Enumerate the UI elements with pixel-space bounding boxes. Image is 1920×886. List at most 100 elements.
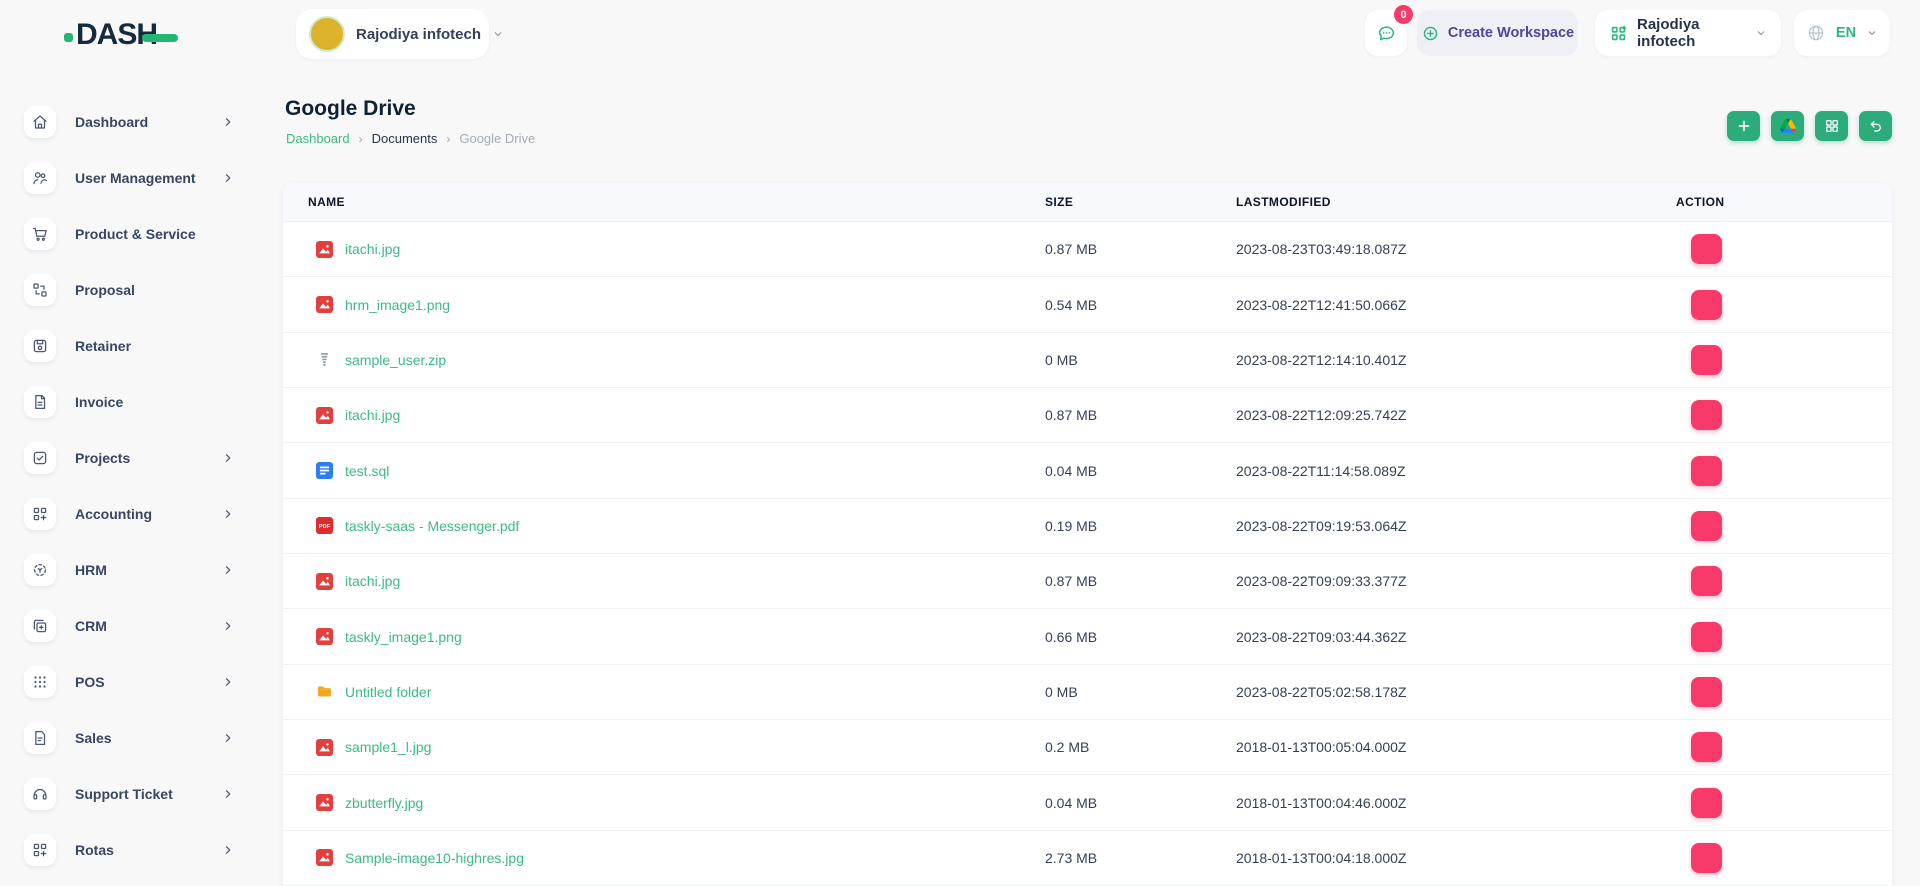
table-row: sample_user.zip 0 MB 2023-08-22T12:14:10… bbox=[283, 333, 1892, 389]
add-file-button[interactable] bbox=[1727, 111, 1760, 141]
sidebar-item-user-management[interactable]: User Management bbox=[0, 150, 260, 206]
sidebar-item-sales[interactable]: Sales bbox=[0, 710, 260, 766]
delete-button[interactable] bbox=[1691, 621, 1722, 652]
breadcrumb-separator: › bbox=[446, 131, 451, 146]
language-code: EN bbox=[1835, 25, 1857, 41]
breadcrumb-item-documents[interactable]: Documents bbox=[372, 131, 438, 146]
grid-view-button[interactable] bbox=[1815, 111, 1848, 141]
file-name-link[interactable]: sample_user.zip bbox=[345, 352, 446, 368]
sidebar-item-invoice[interactable]: Invoice bbox=[0, 374, 260, 430]
sidebar-item-projects[interactable]: Projects bbox=[0, 430, 260, 486]
chevron-right-icon bbox=[222, 564, 234, 576]
app-logo[interactable]: DASH bbox=[64, 18, 179, 52]
delete-button[interactable] bbox=[1691, 455, 1722, 486]
chevron-right-icon bbox=[222, 116, 234, 128]
file-name-link[interactable]: Sample-image10-highres.jpg bbox=[345, 850, 524, 866]
file-name-link[interactable]: itachi.jpg bbox=[345, 407, 400, 423]
company-name: Rajodiya infotech bbox=[1637, 16, 1700, 50]
file-name-link[interactable]: itachi.jpg bbox=[345, 573, 400, 589]
plus-icon bbox=[1736, 118, 1752, 134]
sidebar-item-crm[interactable]: CRM bbox=[0, 598, 260, 654]
column-header-size[interactable]: SIZE bbox=[1045, 195, 1236, 209]
sidebar-item-rotas[interactable]: Rotas bbox=[0, 822, 260, 878]
pdf-file-icon: PDF bbox=[316, 517, 333, 535]
chevron-down-icon bbox=[492, 28, 504, 40]
file-name-link[interactable]: zbutterfly.jpg bbox=[345, 795, 423, 811]
sidebar-item-pos[interactable]: POS bbox=[0, 654, 260, 710]
table-row: zbutterfly.jpg 0.04 MB 2018-01-13T00:04:… bbox=[283, 775, 1892, 831]
file-size: 0.04 MB bbox=[1045, 794, 1098, 811]
file-name-link[interactable]: taskly-saas - Messenger.pdf bbox=[345, 518, 519, 534]
delete-button[interactable] bbox=[1691, 787, 1722, 818]
delete-button[interactable] bbox=[1691, 842, 1722, 873]
image-file-icon bbox=[316, 738, 333, 756]
workspace-name: Rajodiya infotech bbox=[356, 25, 482, 43]
column-header-action: ACTION bbox=[1676, 195, 1725, 209]
folder-icon bbox=[316, 683, 333, 700]
sidebar-item-dashboard[interactable]: Dashboard bbox=[0, 94, 260, 150]
workspace-switcher[interactable]: Rajodiya infotech bbox=[296, 9, 502, 59]
delete-button[interactable] bbox=[1691, 289, 1722, 320]
file-last-modified: 2018-01-13T00:04:18.000Z bbox=[1236, 849, 1407, 866]
sidebar-item-hrm[interactable]: HRM bbox=[0, 542, 260, 598]
sidebar-item-label: CRM bbox=[75, 618, 107, 634]
column-header-lastmodified[interactable]: LASTMODIFIED bbox=[1236, 195, 1676, 209]
chevron-right-icon bbox=[222, 788, 234, 800]
page-title: Google Drive bbox=[285, 97, 416, 120]
file-size: 2.73 MB bbox=[1045, 849, 1098, 866]
sidebar-item-label: Projects bbox=[75, 450, 131, 466]
delete-button[interactable] bbox=[1691, 566, 1722, 597]
files-table: NAME SIZE LASTMODIFIED ACTION itachi.jpg… bbox=[283, 183, 1892, 886]
delete-button[interactable] bbox=[1691, 234, 1722, 265]
table-row: itachi.jpg 0.87 MB 2023-08-22T12:09:25.7… bbox=[283, 388, 1892, 444]
invoice-icon bbox=[24, 386, 56, 418]
sidebar-item-support-ticket[interactable]: Support Ticket bbox=[0, 766, 260, 822]
chevron-right-icon bbox=[222, 844, 234, 856]
google-drive-button[interactable] bbox=[1771, 111, 1804, 141]
file-name-link[interactable]: Untitled folder bbox=[345, 684, 431, 700]
breadcrumb-separator: › bbox=[358, 131, 363, 146]
check-square-icon bbox=[24, 442, 56, 474]
grid-plus-icon bbox=[24, 834, 56, 866]
sidebar-item-proposal[interactable]: Proposal bbox=[0, 262, 260, 318]
file-name-link[interactable]: taskly_image1.png bbox=[345, 629, 462, 645]
file-name-link[interactable]: test.sql bbox=[345, 463, 389, 479]
page-toolbar bbox=[1727, 111, 1892, 141]
messages-badge: 0 bbox=[1394, 5, 1413, 24]
file-size: 0.87 MB bbox=[1045, 407, 1098, 424]
svg-text:PDF: PDF bbox=[319, 525, 331, 531]
home-icon bbox=[24, 106, 56, 138]
delete-button[interactable] bbox=[1691, 344, 1722, 375]
chevron-right-icon bbox=[222, 620, 234, 632]
sidebar-item-accounting[interactable]: Accounting bbox=[0, 486, 260, 542]
sidebar-item-product-service[interactable]: Product & Service bbox=[0, 206, 260, 262]
back-button[interactable] bbox=[1859, 111, 1892, 141]
chevron-down-icon bbox=[1755, 27, 1767, 39]
target-icon bbox=[24, 554, 56, 586]
file-last-modified: 2023-08-22T12:41:50.066Z bbox=[1236, 296, 1407, 313]
file-name-link[interactable]: sample1_l.jpg bbox=[345, 739, 431, 755]
file-name-link[interactable]: hrm_image1.png bbox=[345, 297, 450, 313]
delete-button[interactable] bbox=[1691, 510, 1722, 541]
message-icon bbox=[1376, 23, 1397, 44]
file-size: 0.2 MB bbox=[1045, 739, 1090, 756]
delete-button[interactable] bbox=[1691, 676, 1722, 707]
chevron-down-icon bbox=[1866, 27, 1878, 39]
headset-icon bbox=[24, 778, 56, 810]
breadcrumb: Dashboard › Documents › Google Drive bbox=[286, 131, 535, 146]
delete-button[interactable] bbox=[1691, 732, 1722, 763]
sidebar-item-retainer[interactable]: Retainer bbox=[0, 318, 260, 374]
delete-button[interactable] bbox=[1691, 400, 1722, 431]
company-menu[interactable]: Rajodiya infotech bbox=[1595, 10, 1781, 56]
breadcrumb-item-dashboard[interactable]: Dashboard bbox=[286, 131, 350, 146]
workspace-grid-icon bbox=[1609, 24, 1628, 43]
file-name-link[interactable]: itachi.jpg bbox=[345, 241, 400, 257]
chevron-right-icon bbox=[222, 676, 234, 688]
sidebar-item-label: Rotas bbox=[75, 842, 114, 858]
create-workspace-button[interactable]: Create Workspace bbox=[1417, 10, 1578, 56]
column-header-name[interactable]: NAME bbox=[283, 195, 1045, 209]
language-menu[interactable]: EN bbox=[1794, 10, 1890, 56]
sidebar-item-label: User Management bbox=[75, 170, 196, 186]
image-file-icon bbox=[316, 572, 333, 590]
messages-button[interactable]: 0 bbox=[1365, 5, 1413, 56]
